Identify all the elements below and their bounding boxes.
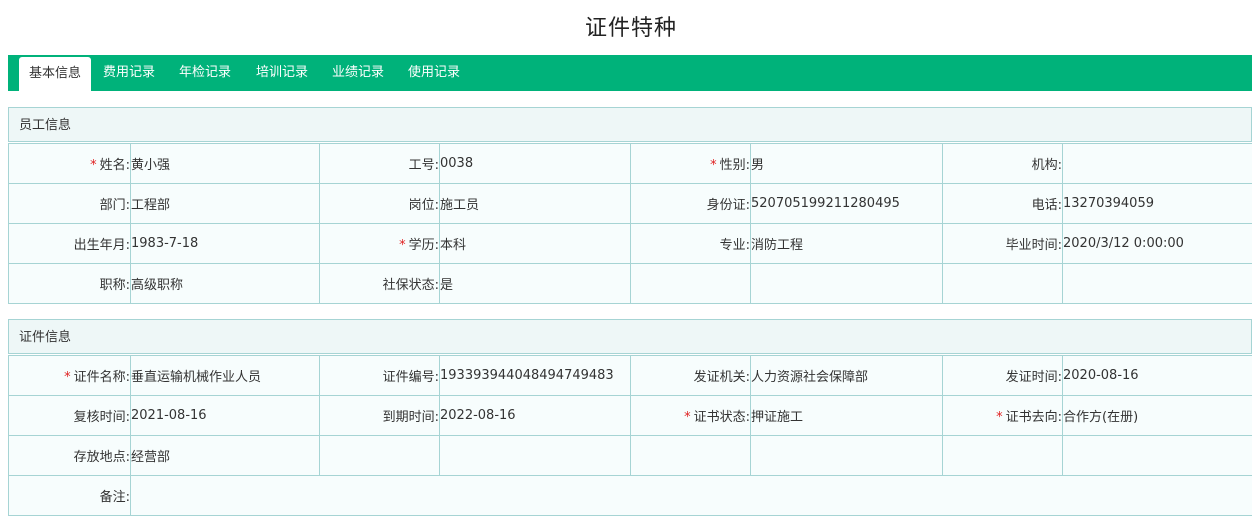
empty-cell bbox=[631, 436, 751, 476]
table-row: 存放地点: 经营部 bbox=[9, 436, 1252, 476]
table-row: 出生年月: 1983-7-18 *学历: 本科 专业: 消防工程 毕业时间: 2… bbox=[9, 224, 1252, 264]
phone-label: 电话: bbox=[943, 184, 1063, 224]
table-row: 备注: bbox=[9, 476, 1252, 516]
issuer-label: 发证机关: bbox=[631, 356, 751, 396]
review-date-value: 2021-08-16 bbox=[131, 396, 320, 436]
table-row: 部门: 工程部 岗位: 施工员 身份证: 520705199211280495 … bbox=[9, 184, 1252, 224]
certificate-info-table: *证件名称: 垂直运输机械作业人员 证件编号: 1933939440484947… bbox=[8, 355, 1252, 516]
major-label: 专业: bbox=[631, 224, 751, 264]
certificate-section-header: 证件信息 bbox=[8, 319, 1252, 354]
empty-cell bbox=[1063, 264, 1252, 304]
education-label: *学历: bbox=[320, 224, 440, 264]
birth-label: 出生年月: bbox=[9, 224, 131, 264]
remark-label: 备注: bbox=[9, 476, 131, 516]
required-mark: * bbox=[996, 410, 1003, 425]
expire-date-label: 到期时间: bbox=[320, 396, 440, 436]
table-row: *姓名: 黄小强 工号: 0038 *性别: 男 机构: bbox=[9, 144, 1252, 184]
location-label: 存放地点: bbox=[9, 436, 131, 476]
required-mark: * bbox=[399, 238, 406, 253]
social-value: 是 bbox=[440, 264, 631, 304]
location-value: 经营部 bbox=[131, 436, 320, 476]
name-value: 黄小强 bbox=[131, 144, 320, 184]
phone-value: 13270394059 bbox=[1063, 184, 1252, 224]
table-row: 复核时间: 2021-08-16 到期时间: 2022-08-16 *证书状态:… bbox=[9, 396, 1252, 436]
position-label: 岗位: bbox=[320, 184, 440, 224]
cert-no-label: 证件编号: bbox=[320, 356, 440, 396]
empty-cell bbox=[1063, 436, 1252, 476]
tab-usage-records[interactable]: 使用记录 bbox=[403, 55, 465, 91]
org-value bbox=[1063, 144, 1252, 184]
cert-no-value: 193393944048494749483 bbox=[440, 356, 631, 396]
name-label: *姓名: bbox=[9, 144, 131, 184]
birth-value: 1983-7-18 bbox=[131, 224, 320, 264]
title-value: 高级职称 bbox=[131, 264, 320, 304]
issue-date-value: 2020-08-16 bbox=[1063, 356, 1252, 396]
title-label: 职称: bbox=[9, 264, 131, 304]
social-label: 社保状态: bbox=[320, 264, 440, 304]
position-value: 施工员 bbox=[440, 184, 631, 224]
org-label: 机构: bbox=[943, 144, 1063, 184]
tab-training-records[interactable]: 培训记录 bbox=[251, 55, 313, 91]
major-value: 消防工程 bbox=[751, 224, 943, 264]
page-title: 证件特种 bbox=[0, 10, 1252, 42]
issue-date-label: 发证时间: bbox=[943, 356, 1063, 396]
required-mark: * bbox=[90, 158, 97, 173]
issuer-value: 人力资源社会保障部 bbox=[751, 356, 943, 396]
cert-direction-value: 合作方(在册) bbox=[1063, 396, 1252, 436]
tab-bar: 基本信息 费用记录 年检记录 培训记录 业绩记录 使用记录 bbox=[8, 55, 1252, 91]
employee-section-header: 员工信息 bbox=[8, 107, 1252, 142]
empty-cell bbox=[943, 264, 1063, 304]
employee-number-value: 0038 bbox=[440, 144, 631, 184]
employee-section-title: 员工信息 bbox=[19, 118, 71, 133]
table-row: *证件名称: 垂直运输机械作业人员 证件编号: 1933939440484947… bbox=[9, 356, 1252, 396]
tab-basic-info[interactable]: 基本信息 bbox=[19, 57, 91, 91]
tab-performance-records[interactable]: 业绩记录 bbox=[327, 55, 389, 91]
cert-name-value: 垂直运输机械作业人员 bbox=[131, 356, 320, 396]
cert-status-value: 押证施工 bbox=[751, 396, 943, 436]
grad-time-label: 毕业时间: bbox=[943, 224, 1063, 264]
tab-annual-inspection[interactable]: 年检记录 bbox=[174, 55, 236, 91]
required-mark: * bbox=[64, 370, 71, 385]
education-value: 本科 bbox=[440, 224, 631, 264]
empty-cell bbox=[440, 436, 631, 476]
review-date-label: 复核时间: bbox=[9, 396, 131, 436]
empty-cell bbox=[943, 436, 1063, 476]
id-card-value: 520705199211280495 bbox=[751, 184, 943, 224]
employee-info-table: *姓名: 黄小强 工号: 0038 *性别: 男 机构: 部门: 工程部 岗位:… bbox=[8, 143, 1252, 304]
cert-status-label: *证书状态: bbox=[631, 396, 751, 436]
empty-cell bbox=[751, 264, 943, 304]
certificate-section-title: 证件信息 bbox=[19, 330, 71, 345]
dept-value: 工程部 bbox=[131, 184, 320, 224]
cert-direction-label: *证书去向: bbox=[943, 396, 1063, 436]
dept-label: 部门: bbox=[9, 184, 131, 224]
employee-number-label: 工号: bbox=[320, 144, 440, 184]
gender-label: *性别: bbox=[631, 144, 751, 184]
id-card-label: 身份证: bbox=[631, 184, 751, 224]
cert-name-label: *证件名称: bbox=[9, 356, 131, 396]
empty-cell bbox=[320, 436, 440, 476]
empty-cell bbox=[751, 436, 943, 476]
tab-expense-records[interactable]: 费用记录 bbox=[98, 55, 160, 91]
gender-value: 男 bbox=[751, 144, 943, 184]
remark-value bbox=[131, 476, 1252, 516]
required-mark: * bbox=[684, 410, 691, 425]
empty-cell bbox=[631, 264, 751, 304]
required-mark: * bbox=[710, 158, 717, 173]
expire-date-value: 2022-08-16 bbox=[440, 396, 631, 436]
table-row: 职称: 高级职称 社保状态: 是 bbox=[9, 264, 1252, 304]
grad-time-value: 2020/3/12 0:00:00 bbox=[1063, 224, 1252, 264]
